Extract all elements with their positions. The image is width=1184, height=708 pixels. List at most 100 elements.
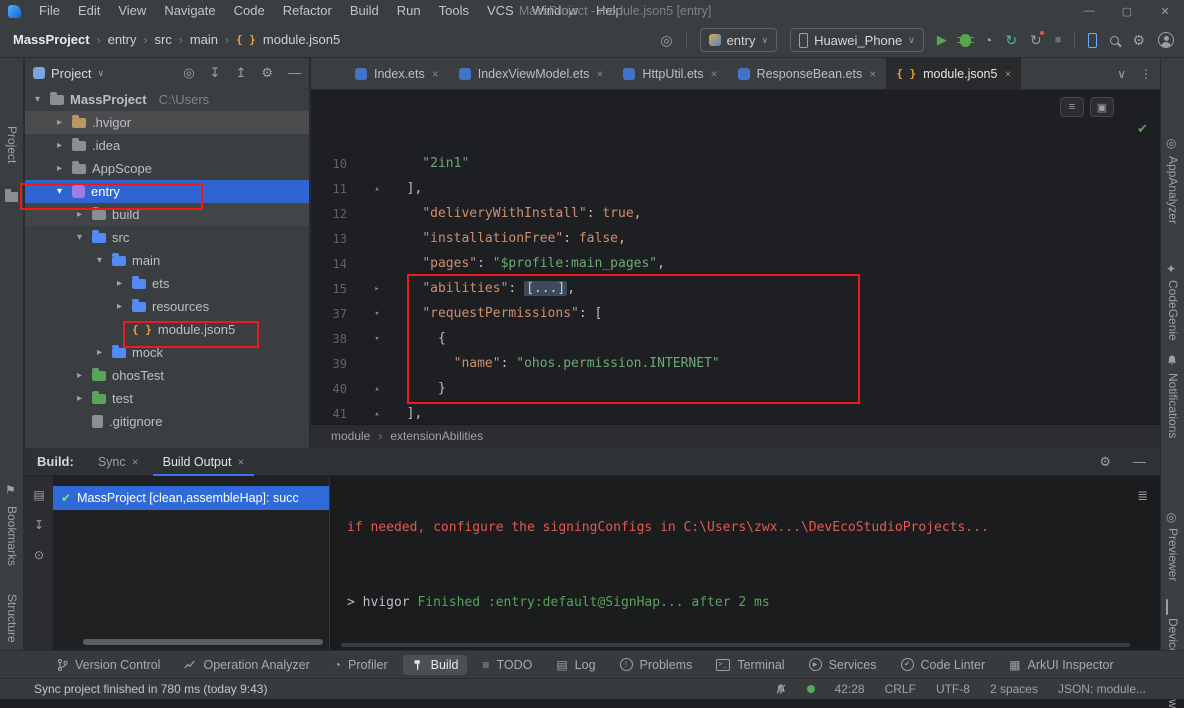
toolbar-profiler[interactable]: ◔ Profiler <box>325 655 397 675</box>
code-editor[interactable]: 10 "2in1" 11▴ ], 12 "deliveryWithInstall… <box>311 91 1160 424</box>
tab-sync[interactable]: Sync × <box>88 448 149 476</box>
close-tab-icon[interactable]: × <box>1004 67 1011 81</box>
tree-item-module-json5[interactable]: { } module.json5 <box>25 318 309 341</box>
chevron-down-icon[interactable]: ▾ <box>31 94 44 105</box>
hidden-tabs-icon[interactable]: ∨ <box>1117 67 1126 81</box>
menu-run[interactable]: Run <box>388 0 430 22</box>
tab-build-output[interactable]: Build Output × <box>153 448 255 476</box>
sync-button[interactable]: ↻ <box>1005 32 1017 49</box>
tool-tab-codegenie[interactable]: CodeGenie <box>1166 280 1180 341</box>
build-console[interactable]: if needed, configure the signingConfigs … <box>331 476 1160 650</box>
notifications-muted-icon[interactable] <box>775 683 787 695</box>
build-result-item[interactable]: ✔ MassProject [clean,assembleHap]: succ <box>53 486 329 510</box>
toolbar-version-control[interactable]: Version Control <box>48 655 169 675</box>
horizontal-scrollbar[interactable] <box>83 639 323 645</box>
maximize-button[interactable]: ▢ <box>1108 0 1146 22</box>
tree-item-test[interactable]: ▸ test <box>25 387 309 410</box>
menu-tools[interactable]: Tools <box>430 0 478 22</box>
code-line[interactable]: 41▴ ], <box>311 401 1160 424</box>
file-type[interactable]: JSON: module... <box>1058 682 1146 696</box>
menu-vcs[interactable]: VCS <box>478 0 523 22</box>
breadcrumb-project[interactable]: MassProject <box>13 32 90 47</box>
folded-region[interactable]: [...] <box>524 281 567 296</box>
tool-tab-previewer[interactable]: Previewer <box>1166 528 1180 581</box>
soft-wrap-icon[interactable]: ≣ <box>1137 488 1148 504</box>
line-ending[interactable]: CRLF <box>885 682 916 696</box>
breadcrumb-entry[interactable]: entry <box>108 32 137 47</box>
tree-item-hvigor[interactable]: ▸ .hvigor <box>25 111 309 134</box>
device-file-browser-icon[interactable] <box>1166 600 1168 614</box>
toolbar-todo[interactable]: ≡ TODO <box>473 655 541 675</box>
breadcrumb-extension-abilities[interactable]: extensionAbilities <box>390 429 483 443</box>
chevron-down-icon[interactable]: ▾ <box>93 255 106 266</box>
fold-marker[interactable]: ▴ <box>363 384 391 394</box>
run-button[interactable]: ▶ <box>937 32 947 48</box>
panel-options-gear-icon[interactable]: ⚙ <box>261 65 273 81</box>
tool-tab-structure[interactable]: Structure <box>5 594 19 643</box>
code-line[interactable]: 15▸ "abilities": [...], <box>311 276 1160 301</box>
locate-file-icon[interactable]: ◎ <box>183 65 194 81</box>
run-config-selector[interactable]: entry ∨ <box>700 28 778 52</box>
bookmark-flag-icon[interactable]: ⚑ <box>5 483 16 497</box>
chevron-right-icon[interactable]: ▸ <box>53 140 66 151</box>
breadcrumb-module[interactable]: module <box>331 429 370 443</box>
more-options-icon[interactable]: ⋮ <box>1140 67 1152 81</box>
app-analyzer-icon[interactable]: ◎ <box>1166 136 1176 150</box>
chevron-down-icon[interactable]: ▾ <box>53 186 66 197</box>
close-tab-icon[interactable]: × <box>432 67 439 81</box>
file-encoding[interactable]: UTF-8 <box>936 682 970 696</box>
fold-marker[interactable]: ▾ <box>363 334 391 344</box>
previewer-icon[interactable]: ◎ <box>1166 510 1176 524</box>
chevron-right-icon[interactable]: ▸ <box>53 163 66 174</box>
tab-responsebean-ets[interactable]: ResponseBean.ets × <box>728 58 887 90</box>
toolbar-arkui-inspector[interactable]: ▦ ArkUI Inspector <box>1000 655 1122 675</box>
hide-panel-icon[interactable]: — <box>288 65 301 81</box>
status-message[interactable]: Sync project finished in 780 ms (today 9… <box>0 682 267 696</box>
menu-code[interactable]: Code <box>225 0 274 22</box>
menu-refactor[interactable]: Refactor <box>274 0 341 22</box>
close-tab-icon[interactable]: × <box>237 455 244 469</box>
tool-tab-notifications[interactable]: Notifications <box>1166 373 1180 438</box>
horizontal-scrollbar[interactable] <box>341 643 1130 647</box>
search-icon[interactable] <box>1110 36 1119 45</box>
tree-item-src[interactable]: ▾ src <box>25 226 309 249</box>
code-line[interactable]: 12 "deliveryWithInstall": true, <box>311 201 1160 226</box>
close-tab-icon[interactable]: × <box>596 67 603 81</box>
toolbar-code-linter[interactable]: ✔ Code Linter <box>892 655 995 675</box>
settings-gear-icon[interactable]: ⚙ <box>1132 33 1145 47</box>
code-line[interactable]: 37▾ "requestPermissions": [ <box>311 301 1160 326</box>
indent-setting[interactable]: 2 spaces <box>990 682 1038 696</box>
fold-marker[interactable]: ▴ <box>363 409 391 419</box>
tree-item-ohostest[interactable]: ▸ ohosTest <box>25 364 309 387</box>
menu-edit[interactable]: Edit <box>69 0 109 22</box>
build-settings-gear-icon[interactable]: ⚙ <box>1099 454 1111 470</box>
editor-preview-icon[interactable]: ▣ <box>1090 97 1114 117</box>
tab-httputil-ets[interactable]: HttpUtil.ets × <box>613 58 727 90</box>
close-tab-icon[interactable]: × <box>711 67 718 81</box>
breadcrumb-src[interactable]: src <box>155 32 172 47</box>
device-manager-icon[interactable] <box>1088 33 1097 48</box>
minimize-button[interactable]: — <box>1070 0 1108 22</box>
tool-tab-app-analyzer[interactable]: AppAnalyzer <box>1166 156 1180 224</box>
chevron-right-icon[interactable]: ▸ <box>73 209 86 220</box>
build-export-icon[interactable]: ↧ <box>34 518 44 532</box>
breadcrumb-main[interactable]: main <box>190 32 218 47</box>
tab-index-ets[interactable]: Index.ets × <box>345 58 449 90</box>
target-locate-icon[interactable]: ◎ <box>660 33 672 47</box>
tree-item-appscope[interactable]: ▸ AppScope <box>25 157 309 180</box>
hide-panel-icon[interactable]: — <box>1133 454 1146 470</box>
fold-marker[interactable]: ▾ <box>363 309 391 319</box>
tab-module-json5[interactable]: { } module.json5 × <box>886 58 1021 90</box>
tree-item-resources[interactable]: ▸ resources <box>25 295 309 318</box>
tree-item-idea[interactable]: ▸ .idea <box>25 134 309 157</box>
profiler-button[interactable]: ◔ <box>984 33 992 47</box>
code-line[interactable]: 10 "2in1" <box>311 151 1160 176</box>
project-view-selector[interactable]: Project <box>51 66 91 81</box>
toolbar-services[interactable]: ▶ Services <box>800 655 886 675</box>
stop-button[interactable]: ■ <box>1055 34 1062 46</box>
hot-reload-button[interactable]: ↻ <box>1030 32 1042 49</box>
debug-button[interactable] <box>960 34 971 47</box>
code-line[interactable]: 14 "pages": "$profile:main_pages", <box>311 251 1160 276</box>
menu-navigate[interactable]: Navigate <box>155 0 224 22</box>
fold-marker[interactable]: ▸ <box>363 284 391 294</box>
